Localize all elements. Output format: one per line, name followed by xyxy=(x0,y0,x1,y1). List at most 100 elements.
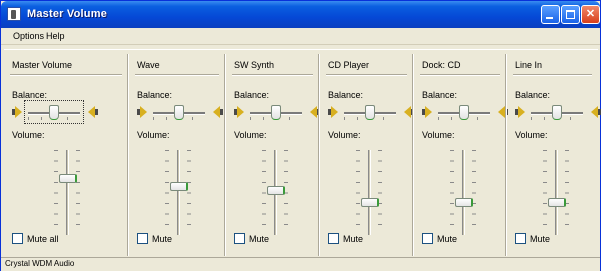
device-name: Crystal WDM Audio xyxy=(5,259,75,268)
maximize-button[interactable] xyxy=(561,5,580,24)
speaker-right-icon xyxy=(211,105,223,119)
checkbox-box[interactable] xyxy=(422,233,433,244)
channel-divider xyxy=(232,74,313,76)
volume-track[interactable] xyxy=(66,150,69,235)
volume-slider-thumb[interactable] xyxy=(548,198,566,207)
channel-divider xyxy=(513,74,592,76)
volume-app-icon xyxy=(7,7,21,21)
channel-separator xyxy=(127,54,129,256)
balance-label: Balance: xyxy=(328,90,364,100)
volume-ticks-right xyxy=(472,150,476,235)
mute-label: Mute xyxy=(152,234,173,244)
channel-3: CD Player Balance: Volume: Mute xyxy=(320,50,416,258)
speaker-left-icon xyxy=(422,105,434,119)
mute-label: Mute xyxy=(530,234,551,244)
mute-label: Mute xyxy=(343,234,364,244)
close-icon: ✕ xyxy=(585,8,596,20)
minimize-icon xyxy=(546,17,553,19)
volume-slider-thumb[interactable] xyxy=(170,182,188,191)
close-button[interactable]: ✕ xyxy=(581,5,600,24)
status-bar: Crystal WDM Audio xyxy=(1,257,600,271)
balance-label: Balance: xyxy=(12,90,48,100)
channel-title: Line In xyxy=(515,60,543,70)
volume-slider-thumb[interactable] xyxy=(455,198,473,207)
volume-ticks-right xyxy=(187,150,191,235)
balance-thumb[interactable] xyxy=(365,105,375,120)
speaker-left-icon xyxy=(234,105,246,119)
checkbox-box[interactable] xyxy=(12,233,23,244)
mute-label: Mute xyxy=(437,234,458,244)
volume-label: Volume: xyxy=(234,130,267,140)
mute-label: Mute xyxy=(249,234,270,244)
channel-separator xyxy=(224,54,226,256)
speaker-right-icon xyxy=(86,105,98,119)
volume-label: Volume: xyxy=(422,130,455,140)
mute-label: Mute all xyxy=(27,234,59,244)
title-bar[interactable]: Master Volume ✕ xyxy=(1,1,600,28)
balance-label: Balance: xyxy=(515,90,551,100)
volume-track[interactable] xyxy=(177,150,180,235)
channel-5: Line In Balance: Volume: Mute xyxy=(507,50,601,258)
channel-title: SW Synth xyxy=(234,60,275,70)
checkbox-box[interactable] xyxy=(137,233,148,244)
focus-rect xyxy=(24,100,84,124)
volume-slider-thumb[interactable] xyxy=(59,174,77,183)
volume-label: Volume: xyxy=(515,130,548,140)
balance-thumb[interactable] xyxy=(552,105,562,120)
channel-4: Dock: CD Balance: Volume: Mute xyxy=(414,50,508,258)
menu-help[interactable]: Help xyxy=(46,31,65,41)
channel-divider xyxy=(10,74,122,76)
menu-options[interactable]: Options xyxy=(13,31,44,41)
master-volume-window: Master Volume ✕ Options Help Master Volu… xyxy=(0,0,601,271)
speaker-left-icon xyxy=(515,105,527,119)
volume-ticks-right xyxy=(565,150,569,235)
balance-label: Balance: xyxy=(234,90,270,100)
volume-ticks-left xyxy=(54,150,58,235)
balance-thumb[interactable] xyxy=(459,105,469,120)
channel-divider xyxy=(326,74,407,76)
channel-title: Dock: CD xyxy=(422,60,461,70)
channel-title: Wave xyxy=(137,60,160,70)
balance-slider[interactable] xyxy=(135,102,225,124)
volume-label: Volume: xyxy=(328,130,361,140)
volume-slider-thumb[interactable] xyxy=(267,186,285,195)
channel-title: Master Volume xyxy=(12,60,73,70)
volume-slider-thumb[interactable] xyxy=(361,198,379,207)
checkbox-box[interactable] xyxy=(234,233,245,244)
balance-slider[interactable] xyxy=(326,102,416,124)
balance-slider[interactable] xyxy=(513,102,601,124)
channel-divider xyxy=(420,74,500,76)
speaker-right-icon xyxy=(589,105,601,119)
minimize-button[interactable] xyxy=(541,5,560,24)
balance-slider[interactable] xyxy=(232,102,322,124)
volume-ticks-left xyxy=(165,150,169,235)
channel-separator xyxy=(505,54,507,256)
window-title: Master Volume xyxy=(27,8,108,20)
balance-label: Balance: xyxy=(137,90,173,100)
volume-ticks-left xyxy=(262,150,266,235)
volume-track[interactable] xyxy=(368,150,371,235)
maximize-icon xyxy=(566,10,575,19)
channel-divider xyxy=(135,74,219,76)
volume-label: Volume: xyxy=(137,130,170,140)
speaker-left-icon xyxy=(137,105,149,119)
volume-track[interactable] xyxy=(555,150,558,235)
balance-thumb[interactable] xyxy=(174,105,184,120)
balance-slider[interactable] xyxy=(420,102,510,124)
balance-thumb[interactable] xyxy=(271,105,281,120)
volume-label: Volume: xyxy=(12,130,45,140)
channel-2: SW Synth Balance: Volume: Mute xyxy=(226,50,322,258)
checkbox-box[interactable] xyxy=(328,233,339,244)
speaker-left-icon xyxy=(328,105,340,119)
balance-label: Balance: xyxy=(422,90,458,100)
volume-ticks-left xyxy=(356,150,360,235)
channel-separator xyxy=(318,54,320,256)
volume-track[interactable] xyxy=(462,150,465,235)
checkbox-box[interactable] xyxy=(515,233,526,244)
channel-separator xyxy=(412,54,414,256)
balance-slider[interactable] xyxy=(10,100,100,124)
channel-0: Master Volume Balance: Volume: Mute all xyxy=(4,50,128,258)
menu-bar: Options Help xyxy=(1,28,600,45)
volume-ticks-right xyxy=(76,150,80,235)
channel-title: CD Player xyxy=(328,60,370,70)
